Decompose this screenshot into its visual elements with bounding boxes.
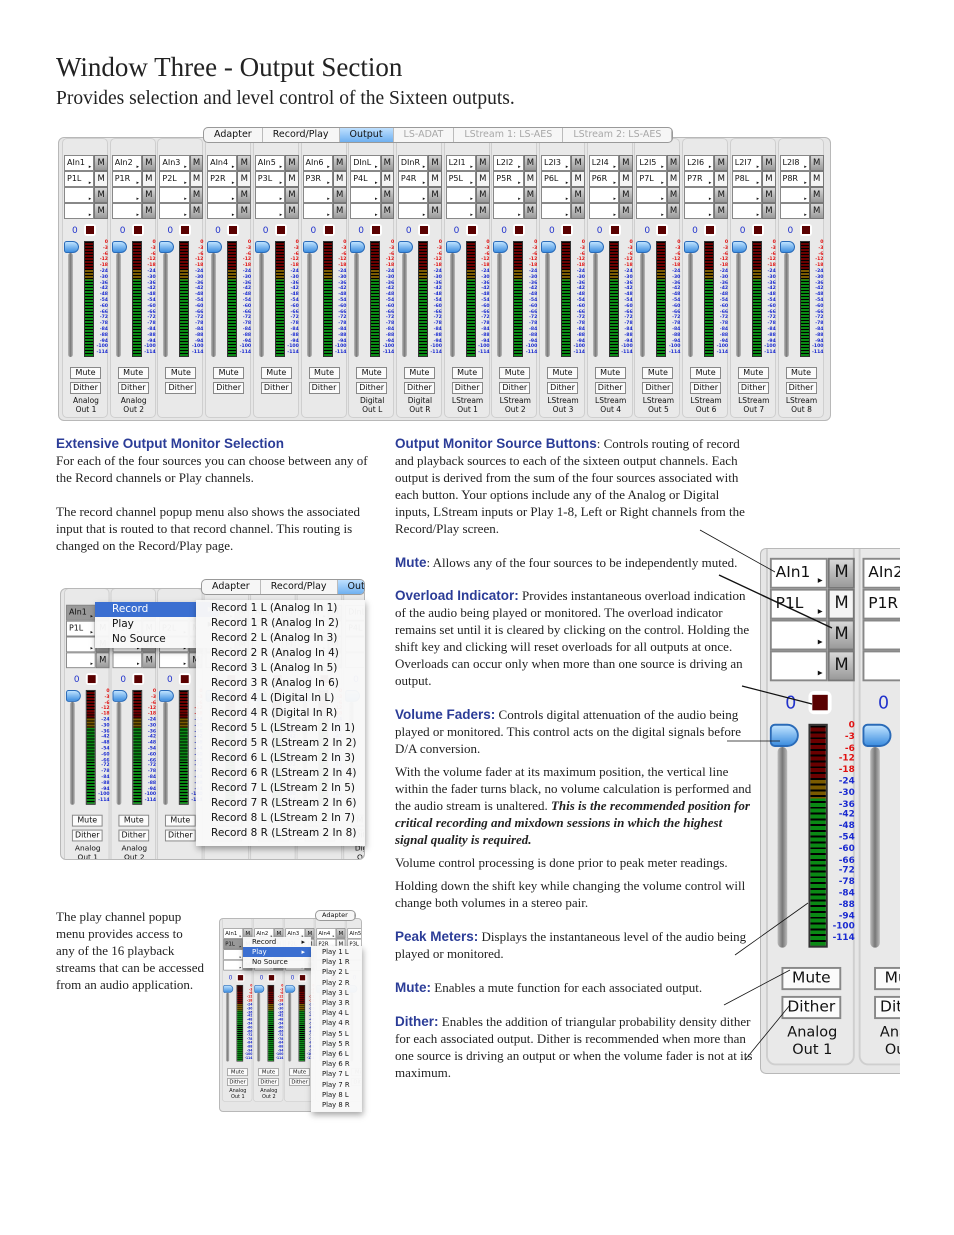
callout-line	[744, 1004, 791, 1061]
callout-line	[734, 902, 809, 956]
callout-lines	[699, 529, 833, 1061]
callout-line	[699, 529, 776, 573]
callout-line	[741, 685, 813, 705]
callout-line	[718, 574, 833, 629]
callout-line	[723, 969, 791, 1006]
